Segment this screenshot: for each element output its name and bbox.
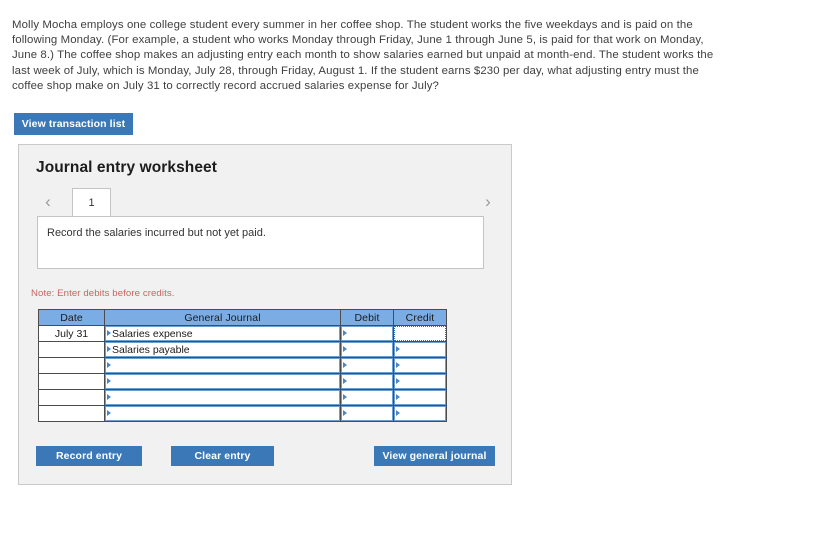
cell-debit-widget[interactable] bbox=[341, 374, 393, 389]
cell-date[interactable] bbox=[38, 373, 105, 390]
cell-account[interactable] bbox=[104, 373, 341, 390]
cell-credit[interactable] bbox=[393, 325, 447, 342]
table-row bbox=[38, 373, 447, 390]
column-header-credit: Credit bbox=[393, 309, 447, 326]
cell-debit[interactable] bbox=[340, 357, 394, 374]
cell-credit[interactable] bbox=[393, 357, 447, 374]
cell-credit-widget[interactable] bbox=[394, 406, 446, 421]
cell-date[interactable] bbox=[38, 405, 105, 422]
journal-entry-worksheet-panel: Journal entry worksheet ‹ 1 › Record the… bbox=[18, 144, 512, 485]
cell-account-widget[interactable] bbox=[105, 406, 340, 421]
cell-credit[interactable] bbox=[393, 341, 447, 358]
cell-debit-widget[interactable] bbox=[341, 406, 393, 421]
credits-note: Note: Enter debits before credits. bbox=[31, 288, 175, 299]
table-row: July 31 Salaries expense bbox=[38, 325, 447, 342]
table-header-row: Date General Journal Debit Credit bbox=[38, 309, 447, 326]
cell-account[interactable] bbox=[104, 405, 341, 422]
column-header-date: Date bbox=[38, 309, 105, 326]
table-row: Salaries payable bbox=[38, 341, 447, 358]
column-header-debit: Debit bbox=[340, 309, 394, 326]
cell-account-value: Salaries payable bbox=[112, 343, 190, 356]
cell-credit[interactable] bbox=[393, 389, 447, 406]
view-transaction-list-button[interactable]: View transaction list bbox=[14, 113, 133, 135]
chevron-left-icon[interactable]: ‹ bbox=[37, 188, 59, 216]
cell-debit[interactable] bbox=[340, 341, 394, 358]
cell-credit-widget[interactable] bbox=[394, 374, 446, 389]
cell-date[interactable] bbox=[38, 389, 105, 406]
cell-account-widget[interactable] bbox=[105, 358, 340, 373]
cell-debit[interactable] bbox=[340, 405, 394, 422]
cell-credit-widget[interactable] bbox=[394, 326, 446, 341]
cell-account[interactable]: Salaries payable bbox=[104, 341, 341, 358]
cell-date[interactable] bbox=[38, 341, 105, 358]
column-header-general-journal: General Journal bbox=[104, 309, 341, 326]
worksheet-tab-1[interactable]: 1 bbox=[72, 188, 111, 217]
cell-date[interactable]: July 31 bbox=[38, 325, 105, 342]
cell-account-widget[interactable] bbox=[105, 374, 340, 389]
journal-entry-table: Date General Journal Debit Credit July 3… bbox=[38, 309, 447, 422]
worksheet-title: Journal entry worksheet bbox=[36, 159, 217, 176]
cell-debit-widget[interactable] bbox=[341, 326, 393, 341]
table-row bbox=[38, 357, 447, 374]
cell-account[interactable]: Salaries expense bbox=[104, 325, 341, 342]
instruction-text: Record the salaries incurred but not yet… bbox=[47, 227, 266, 239]
cell-debit-widget[interactable] bbox=[341, 358, 393, 373]
cell-debit[interactable] bbox=[340, 373, 394, 390]
view-general-journal-button[interactable]: View general journal bbox=[374, 446, 495, 466]
question-prompt: Molly Mocha employs one college student … bbox=[12, 19, 714, 92]
clear-entry-button[interactable]: Clear entry bbox=[171, 446, 274, 466]
cell-account[interactable] bbox=[104, 357, 341, 374]
table-row bbox=[38, 389, 447, 406]
cell-credit[interactable] bbox=[393, 405, 447, 422]
cell-debit-widget[interactable] bbox=[341, 342, 393, 357]
cell-credit[interactable] bbox=[393, 373, 447, 390]
cell-credit-widget[interactable] bbox=[394, 358, 446, 373]
cell-debit[interactable] bbox=[340, 389, 394, 406]
worksheet-pager: ‹ 1 › bbox=[19, 188, 511, 217]
cell-account-widget[interactable] bbox=[105, 390, 340, 405]
cell-debit[interactable] bbox=[340, 325, 394, 342]
cell-debit-widget[interactable] bbox=[341, 390, 393, 405]
record-entry-button[interactable]: Record entry bbox=[36, 446, 142, 466]
cell-account[interactable] bbox=[104, 389, 341, 406]
cell-account-widget[interactable]: Salaries expense bbox=[105, 326, 340, 341]
cell-credit-widget[interactable] bbox=[394, 390, 446, 405]
chevron-right-icon[interactable]: › bbox=[477, 188, 499, 216]
cell-account-widget[interactable]: Salaries payable bbox=[105, 342, 340, 357]
cell-date[interactable] bbox=[38, 357, 105, 374]
cell-account-value: Salaries expense bbox=[112, 327, 193, 340]
table-row bbox=[38, 405, 447, 422]
instruction-box: Record the salaries incurred but not yet… bbox=[37, 216, 484, 269]
cell-credit-widget[interactable] bbox=[394, 342, 446, 357]
